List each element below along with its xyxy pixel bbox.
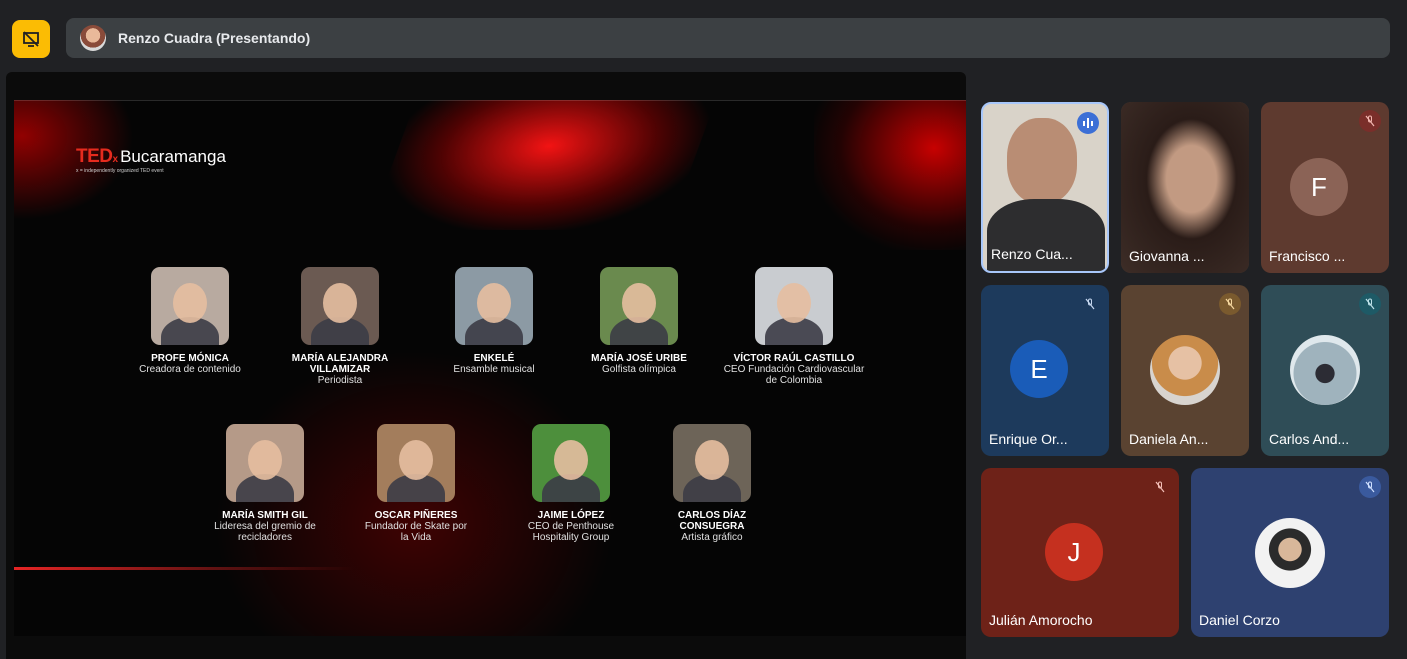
speaker-role: Periodista xyxy=(317,375,363,386)
participant-name: Enrique Or... xyxy=(989,431,1068,447)
speaker-photo xyxy=(673,424,751,502)
speaker-role: Creadora de contenido xyxy=(139,364,241,375)
participant-name: Julián Amorocho xyxy=(989,612,1093,628)
presentation-stage[interactable]: TED x Bucaramanga x = independently orga… xyxy=(6,72,966,659)
participant-tile[interactable]: F Francisco ... xyxy=(1261,102,1389,273)
presenter-bar[interactable]: Renzo Cuadra (Presentando) xyxy=(66,18,1390,58)
speaker-photo xyxy=(226,424,304,502)
participant-tile[interactable]: Renzo Cua... xyxy=(981,102,1109,273)
speaker-role: CEO Fundación Cardiovascular de Colombia xyxy=(723,364,865,386)
speaker-photo xyxy=(755,267,833,345)
speaker-role: Lideresa del gremio de recicladores xyxy=(214,521,316,543)
speaker-photo xyxy=(377,424,455,502)
speaker-role: CEO de Penthouse Hospitality Group xyxy=(527,521,615,543)
participant-tile[interactable]: Giovanna ... xyxy=(1121,102,1249,273)
participant-letter-avatar: E xyxy=(1010,340,1068,398)
speaker-card: PROFE MÓNICA Creadora de contenido xyxy=(105,267,275,375)
speaker-photo xyxy=(600,267,678,345)
participant-name: Renzo Cua... xyxy=(991,246,1073,262)
slide-red-line xyxy=(14,567,354,570)
speaker-card: MARÍA SMITH GIL Lideresa del gremio de r… xyxy=(180,424,350,543)
participant-letter-avatar: J xyxy=(1045,523,1103,581)
participant-tile[interactable]: J Julián Amorocho xyxy=(981,468,1179,637)
shared-slide: TED x Bucaramanga x = independently orga… xyxy=(14,100,966,636)
speaker-photo xyxy=(151,267,229,345)
presenter-label: Renzo Cuadra (Presentando) xyxy=(118,30,311,46)
participant-name: Francisco ... xyxy=(1269,248,1346,264)
slide-divider xyxy=(14,100,966,101)
speaker-role: Artista gráfico xyxy=(681,532,743,543)
speaker-photo xyxy=(532,424,610,502)
logo-subtitle: x = independently organized TED event xyxy=(76,168,164,174)
participant-name: Daniel Corzo xyxy=(1199,612,1280,628)
participant-name: Giovanna ... xyxy=(1129,248,1205,264)
speaker-card: OSCAR PIÑERES Fundador de Skate por la V… xyxy=(331,424,501,543)
participant-letter-avatar: F xyxy=(1290,158,1348,216)
mic-off-icon xyxy=(1359,476,1381,498)
mic-off-icon xyxy=(1219,293,1241,315)
participant-avatar xyxy=(1150,335,1220,405)
presenter-avatar xyxy=(80,25,106,51)
participant-name: Carlos And... xyxy=(1269,431,1350,447)
mic-off-icon xyxy=(1359,293,1381,315)
speaker-photo xyxy=(455,267,533,345)
speaking-indicator-icon xyxy=(1077,112,1099,134)
slide-glow xyxy=(368,100,720,230)
speaker-role: Golfista olímpica xyxy=(602,364,676,375)
logo-city: Bucaramanga xyxy=(120,147,226,166)
participant-avatar xyxy=(1290,335,1360,405)
top-bar: Renzo Cuadra (Presentando) xyxy=(0,0,1407,72)
participant-tile[interactable]: Carlos And... xyxy=(1261,285,1389,456)
speaker-name: OSCAR PIÑERES xyxy=(374,510,458,521)
logo-ted: TED xyxy=(76,146,113,167)
slide-glow xyxy=(814,100,966,250)
presentation-off-icon xyxy=(23,31,39,47)
participant-avatar xyxy=(1255,518,1325,588)
speaker-name: PROFE MÓNICA xyxy=(151,353,229,364)
speaker-name: MARÍA SMITH GIL xyxy=(222,510,308,521)
speaker-card: CARLOS DÍAZ CONSUEGRA Artista gráfico xyxy=(627,424,797,543)
logo-x: x xyxy=(112,154,119,165)
speaker-name: VÍCTOR RAÚL CASTILLO xyxy=(733,353,855,364)
mic-off-icon xyxy=(1149,476,1171,498)
speaker-name: MARÍA ALEJANDRA VILLAMIZAR xyxy=(291,353,389,375)
speaker-card: MARÍA JOSÉ URIBE Golfista olímpica xyxy=(554,267,724,375)
tedx-logo: TED x Bucaramanga xyxy=(76,146,226,168)
speaker-role: Fundador de Skate por la Vida xyxy=(364,521,468,543)
speaker-card: VÍCTOR RAÚL CASTILLO CEO Fundación Cardi… xyxy=(709,267,879,386)
participant-tile[interactable]: Daniela An... xyxy=(1121,285,1249,456)
speaker-name: MARÍA JOSÉ URIBE xyxy=(591,353,687,364)
mic-off-icon xyxy=(1359,110,1381,132)
mic-off-icon xyxy=(1079,293,1101,315)
participant-tile[interactable]: Daniel Corzo xyxy=(1191,468,1389,637)
participant-name: Daniela An... xyxy=(1129,431,1209,447)
participant-video xyxy=(1007,118,1077,204)
speaker-photo xyxy=(301,267,379,345)
participant-tile[interactable]: E Enrique Or... xyxy=(981,285,1109,456)
speaker-name: CARLOS DÍAZ CONSUEGRA xyxy=(677,510,747,532)
presentation-toggle-button[interactable] xyxy=(12,20,50,58)
speaker-card: MARÍA ALEJANDRA VILLAMIZAR Periodista xyxy=(255,267,425,386)
